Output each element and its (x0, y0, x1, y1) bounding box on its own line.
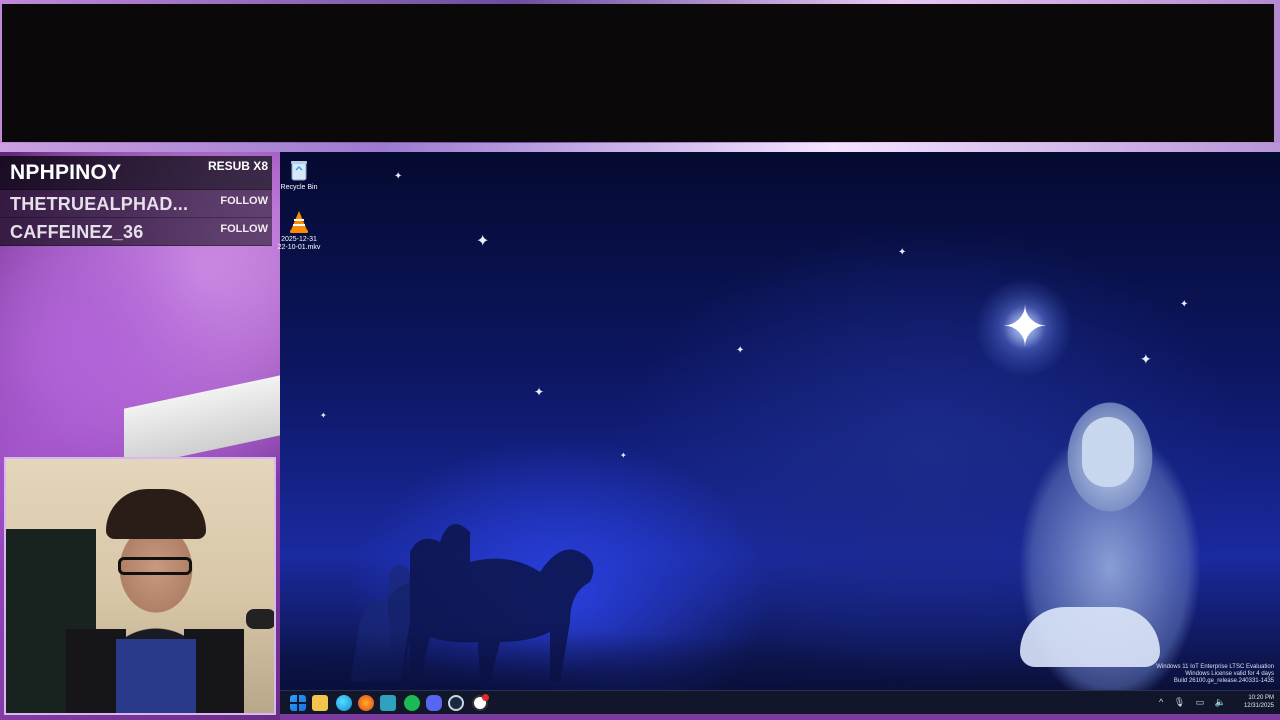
background-box (124, 375, 280, 469)
watermark-line: Build 26100.ge_release.240331-1435 (1173, 678, 1274, 684)
clock-date: 12/31/2025 (1243, 703, 1274, 709)
windows-start-icon[interactable] (290, 695, 306, 711)
star-icon: ✦ (620, 451, 627, 460)
star-icon: ✦ (898, 247, 907, 258)
star-icon: ✦ (394, 171, 403, 182)
taskbar-clock[interactable]: 10:20 PM 12/31/2025 (1230, 694, 1274, 710)
desktop-icon-video-file[interactable]: 2025-12-31 22-10-01.mkv (276, 210, 322, 252)
event-username: CAFFEINEZ_36 (10, 222, 144, 242)
discord-icon[interactable] (426, 695, 442, 711)
watermark-line: Windows License valid for 4 days (1185, 671, 1274, 677)
volume-icon[interactable]: 🔈 (1215, 697, 1226, 707)
chevron-up-icon[interactable]: ^ (1159, 697, 1163, 707)
webcam-hair (106, 489, 206, 539)
system-tray: ^ 🎙 ▭ 🔈 (1151, 697, 1226, 708)
stream-event-list: NPHPINOY RESUB X8 THETRUEALPHAD... FOLLO… (0, 156, 272, 246)
star-icon: ✦ (534, 385, 545, 399)
event-type-badge: FOLLOW (220, 223, 268, 235)
windows-evaluation-watermark: Windows 11 IoT Enterprise LTSC Evaluatio… (1134, 664, 1274, 685)
top-divider-strip (0, 143, 1280, 152)
webcam-shirt (116, 639, 196, 713)
taskbar: ^ 🎙 ▭ 🔈 10:20 PM 12/31/2025 (280, 690, 1280, 714)
folder-icon[interactable] (312, 695, 328, 711)
app-icon[interactable] (380, 695, 396, 711)
steam-icon[interactable] (448, 695, 464, 711)
clock-time: 10:20 PM (1248, 695, 1274, 701)
top-black-area (2, 4, 1274, 142)
event-type-badge: RESUB X8 (207, 159, 268, 173)
edge-icon[interactable] (336, 695, 352, 711)
event-username: NPHPINOY (10, 161, 122, 184)
figure-face (1082, 417, 1134, 487)
vlc-icon (290, 211, 308, 233)
microphone-icon[interactable]: 🎙 (1174, 697, 1185, 707)
firefox-icon[interactable] (358, 695, 374, 711)
star-icon: ✦ (476, 233, 490, 250)
spotify-icon[interactable] (404, 695, 420, 711)
desktop-icon-label: 2025-12-31 22-10-01.mkv (277, 236, 321, 251)
desktop-wallpaper: ✦ ✦ ✦ ✦ ✦ ✦ ✦ ✦ ✦ ✦ (280, 152, 1280, 690)
top-banner (0, 0, 1280, 152)
star-icon: ✦ (320, 411, 327, 420)
star-icon: ✦ (736, 345, 745, 356)
star-icon: ✦ (1140, 351, 1152, 367)
event-row: NPHPINOY RESUB X8 (0, 156, 272, 190)
webcam-glasses (118, 557, 192, 575)
network-icon[interactable]: ▭ (1196, 697, 1205, 707)
ground-shadow (280, 630, 1280, 690)
bright-star-icon: ✦ (1001, 295, 1049, 358)
webcam-feed (4, 457, 276, 715)
desktop-icon-label: Recycle Bin (280, 184, 318, 191)
star-icon: ✦ (1180, 299, 1189, 310)
recycle-bin-icon (291, 161, 307, 181)
record-icon[interactable] (472, 694, 489, 711)
event-type-badge: FOLLOW (220, 195, 268, 207)
event-username: THETRUEALPHAD... (10, 194, 189, 214)
microphone-icon (246, 609, 274, 629)
event-row: CAFFEINEZ_36 FOLLOW (0, 218, 272, 246)
event-row: THETRUEALPHAD... FOLLOW (0, 190, 272, 218)
watermark-line: Windows 11 IoT Enterprise LTSC Evaluatio… (1156, 664, 1274, 670)
desktop-icon-recycle-bin[interactable]: Recycle Bin (276, 158, 322, 192)
